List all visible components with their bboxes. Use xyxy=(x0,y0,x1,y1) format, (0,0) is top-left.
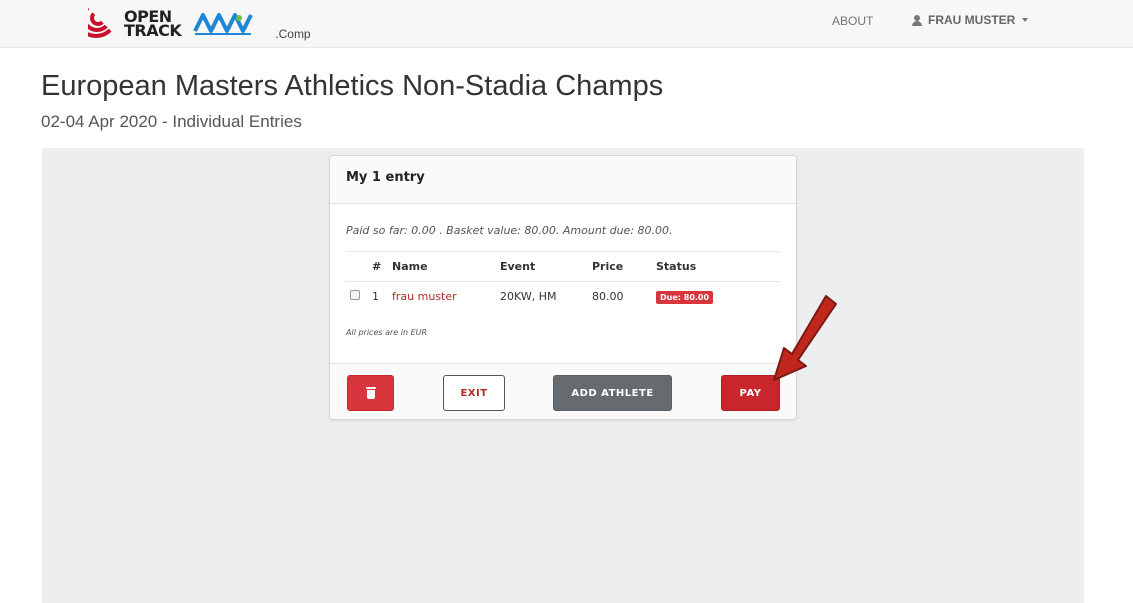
nav-about-link[interactable]: ABOUT xyxy=(832,14,873,28)
row-select-cell xyxy=(346,282,368,312)
opentrack-mark-icon xyxy=(88,8,120,40)
user-menu[interactable]: FRAU MUSTER xyxy=(912,13,1029,27)
table-header-row: # Name Event Price Status xyxy=(346,251,780,282)
entries-card: My 1 entry Paid so far: 0.00 . Basket va… xyxy=(329,155,797,420)
aeam-logo xyxy=(193,13,254,35)
logo-suffix: .Comp xyxy=(275,27,311,41)
logo-line-2: TRACK xyxy=(124,21,182,40)
athlete-name-link[interactable]: frau muster xyxy=(392,290,457,303)
entries-table: # Name Event Price Status 1 frau muster … xyxy=(346,251,780,312)
chevron-down-icon xyxy=(1022,18,1029,22)
status-badge: Due: 80.00 xyxy=(656,290,714,304)
row-checkbox[interactable] xyxy=(350,290,360,301)
row-event: 20KW, HM xyxy=(500,290,557,304)
col-event: Event xyxy=(496,251,588,282)
card-header: My 1 entry xyxy=(330,156,796,204)
opentrack-wordmark: OPEN TRACK xyxy=(124,9,182,40)
user-name: FRAU MUSTER xyxy=(928,13,1016,27)
page-title: European Masters Athletics Non-Stadia Ch… xyxy=(41,70,664,102)
delete-button[interactable] xyxy=(347,375,394,411)
row-name-cell: frau muster xyxy=(388,282,496,312)
table-row: 1 frau muster 20KW, HM 80.00 Due: 80.00 xyxy=(346,282,780,312)
trash-icon xyxy=(365,387,376,399)
col-price: Price xyxy=(588,251,652,282)
row-status-cell: Due: 80.00 xyxy=(652,282,780,312)
user-icon xyxy=(912,14,922,26)
exit-button[interactable]: EXIT xyxy=(443,375,505,411)
card-body: Paid so far: 0.00 . Basket value: 80.00.… xyxy=(330,204,796,337)
col-status: Status xyxy=(652,251,780,282)
col-number: # xyxy=(368,251,388,282)
col-name: Name xyxy=(388,251,496,282)
add-athlete-button[interactable]: ADD ATHLETE xyxy=(553,375,672,411)
currency-note: All prices are in EUR xyxy=(346,327,428,337)
annotation-arrow-icon xyxy=(773,295,837,381)
card-footer: EXIT ADD ATHLETE PAY xyxy=(330,363,796,419)
page-subtitle: 02-04 Apr 2020 - Individual Entries xyxy=(41,112,302,131)
payment-summary: Paid so far: 0.00 . Basket value: 80.00.… xyxy=(346,224,673,237)
row-number: 1 xyxy=(372,290,379,304)
top-navbar: OPEN TRACK .Comp ABOUT FRAU MUSTER xyxy=(0,0,1133,48)
opentrack-logo[interactable]: OPEN TRACK .Comp xyxy=(88,6,311,42)
col-select xyxy=(346,251,368,282)
row-price: 80.00 xyxy=(592,290,624,304)
